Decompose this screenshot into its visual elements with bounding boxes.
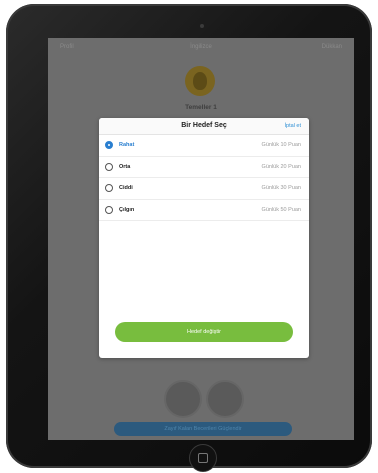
radio-selected-icon[interactable]	[105, 141, 113, 149]
goal-option-rahat[interactable]: Rahat Günlük 10 Puan	[99, 135, 309, 157]
goal-option-label: Rahat	[119, 142, 135, 148]
radio-icon[interactable]	[105, 162, 113, 171]
tablet-frame: Profil İngilizce Dükkan Temeller 1 Zayıf…	[6, 4, 372, 472]
radio-icon[interactable]	[105, 205, 113, 214]
skill-badge-icon[interactable]	[185, 66, 215, 96]
goal-option-orta[interactable]: Orta Günlük 20 Puan	[99, 157, 309, 178]
egg-icon	[193, 72, 207, 90]
shop-link[interactable]: Dükkan	[322, 44, 342, 50]
goal-option-cilgin[interactable]: Çılgın Günlük 50 Puan	[99, 200, 309, 221]
top-nav-bar: Profil İngilizce Dükkan	[48, 38, 354, 56]
dialog-title: Bir Hedef Seç	[181, 122, 227, 129]
home-button[interactable]	[189, 444, 217, 472]
goal-option-label: Orta	[119, 163, 131, 170]
app-screen: Profil İngilizce Dükkan Temeller 1 Zayıf…	[48, 38, 354, 440]
goal-option-points: Günlük 20 Puan	[261, 163, 301, 170]
skill-circle-left[interactable]	[164, 380, 202, 418]
goal-option-label: Çılgın	[119, 206, 135, 213]
goal-picker-dialog: Bir Hedef Seç İptal et Rahat Günlük 10 P…	[99, 118, 309, 358]
cancel-button[interactable]: İptal et	[284, 123, 301, 129]
course-title: İngilizce	[190, 44, 212, 50]
strengthen-skills-button[interactable]: Zayıf Kalan Becerileri Güçlendir	[114, 422, 292, 436]
goal-option-points: Günlük 50 Puan	[261, 206, 301, 213]
goal-option-label: Ciddi	[119, 185, 133, 191]
front-camera	[200, 24, 204, 28]
goal-options-list: Rahat Günlük 10 Puan Orta Günlük 20 Puan…	[99, 135, 309, 221]
skill-circle-right[interactable]	[206, 380, 244, 418]
change-goal-button[interactable]: Hedef değiştir	[115, 322, 293, 342]
radio-icon[interactable]	[105, 184, 113, 192]
home-square-icon	[198, 453, 208, 463]
goal-option-points: Günlük 10 Puan	[261, 142, 301, 148]
goal-option-ciddi[interactable]: Ciddi Günlük 30 Puan	[99, 178, 309, 200]
goal-option-points: Günlük 30 Puan	[261, 185, 301, 191]
skill-label: Temeller 1	[185, 104, 217, 111]
dialog-header: Bir Hedef Seç İptal et	[99, 118, 309, 135]
